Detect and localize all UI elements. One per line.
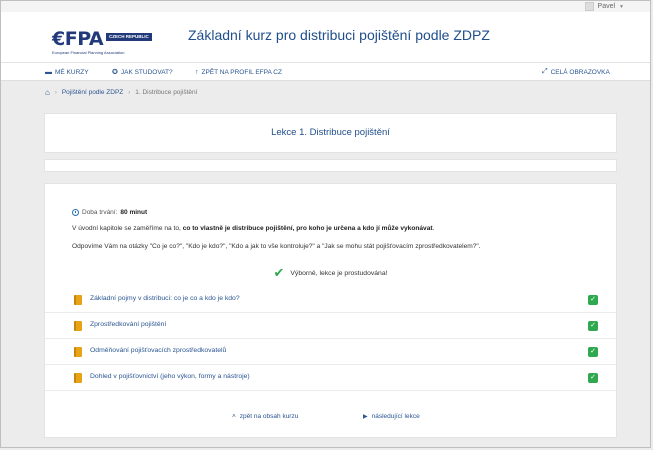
clock-icon [72, 209, 79, 216]
book-icon [74, 295, 82, 305]
topic-label: Základní pojmy v distribuci: co je co a … [90, 295, 240, 302]
topic-item[interactable]: Odměňování pojišťovacích zprostředkovate… [45, 339, 616, 365]
completed-check-icon: ✓ [588, 321, 598, 331]
topic-item[interactable]: Základní pojmy v distribuci: co je co a … [45, 287, 616, 313]
breadcrumb-course[interactable]: Pojištění podle ZDPZ [62, 89, 123, 96]
completion-status: ✔ Výborně, lekce je prostudována! [45, 265, 616, 280]
help-icon: ✪ [112, 69, 118, 76]
breadcrumb-separator: › [54, 89, 57, 96]
nav-my-courses-label: MÉ KURZY [55, 68, 89, 76]
nav-how-to-study[interactable]: ✪ JAK STUDOVAT? [112, 63, 173, 81]
intro1-a: V úvodní kapitole se zaměříme na to, [72, 225, 183, 232]
caret-up-icon: ˄ [232, 413, 236, 420]
intro-paragraph-2: Odpovíme Vám na otázky "Co je co?", "Kdo… [72, 243, 481, 250]
nav-how-to-study-label: JAK STUDOVAT? [120, 68, 173, 76]
completion-text: Výborně, lekce je prostudována! [290, 269, 388, 277]
arrow-up-icon: ↑ [195, 68, 199, 76]
topic-item[interactable]: Zprostředkování pojištění ✓ [45, 313, 616, 339]
app-window: Pavel ▼ €FPA CZECH REPUBLIC European Fin… [0, 0, 651, 448]
lesson-content-card: Doba trvání: 80 minut V úvodní kapitole … [44, 183, 617, 438]
lesson-title: Lekce 1. Distribuce pojištění [271, 127, 390, 138]
duration-label: Doba trvání: [82, 209, 118, 216]
nav-fullscreen[interactable]: ⤢ CELÁ OBRAZOVKA [542, 63, 610, 81]
intro-paragraph-1: V úvodní kapitole se zaměříme na to, co … [72, 225, 434, 232]
breadcrumb-separator: › [128, 89, 131, 96]
course-title: Základní kurz pro distribuci pojištění p… [188, 27, 490, 43]
logo-subtitle: European Financial Planning Association [52, 50, 125, 55]
completed-check-icon: ✓ [588, 295, 598, 305]
back-to-contents-link[interactable]: ˄ zpět na obsah kurzu [232, 413, 298, 420]
home-icon[interactable]: ⌂ [45, 88, 50, 97]
play-icon: ▶ [363, 414, 368, 420]
user-bar: Pavel ▼ [1, 1, 650, 12]
logo-badge: CZECH REPUBLIC [106, 33, 152, 41]
topic-label: Zprostředkování pojištění [90, 321, 167, 328]
spacer-card [44, 159, 617, 172]
user-menu[interactable]: Pavel ▼ [584, 1, 624, 12]
book-icon [74, 373, 82, 383]
completed-check-icon: ✓ [588, 373, 598, 383]
check-icon: ✔ [273, 265, 285, 280]
intro1-b: co to vlastně je distribuce pojištění, p… [182, 225, 433, 232]
next-lesson-link[interactable]: ▶ následující lekce [363, 413, 420, 420]
lesson-title-card: Lekce 1. Distribuce pojištění [44, 113, 617, 153]
back-to-contents-label: zpět na obsah kurzu [239, 413, 299, 420]
courses-icon: ▬ [45, 68, 52, 76]
book-icon [74, 347, 82, 357]
page-header: €FPA CZECH REPUBLIC European Financial P… [1, 12, 650, 63]
book-icon [74, 321, 82, 331]
duration-value: 80 minut [120, 209, 148, 216]
efpa-logo[interactable]: €FPA CZECH REPUBLIC European Financial P… [52, 28, 170, 56]
top-navbar: ▬ MÉ KURZY ✪ JAK STUDOVAT? ↑ ZPĚT NA PRO… [1, 63, 650, 81]
avatar [584, 2, 594, 11]
lesson-footer-nav: ˄ zpět na obsah kurzu ▶ následující lekc… [45, 413, 616, 433]
topic-label: Odměňování pojišťovacích zprostředkovate… [90, 347, 227, 354]
expand-icon: ⤢ [542, 68, 548, 75]
logo-word: €FPA [52, 28, 104, 50]
next-lesson-label: následující lekce [371, 413, 420, 420]
nav-back-to-profile[interactable]: ↑ ZPĚT NA PROFIL EFPA CZ [195, 63, 282, 81]
topic-item[interactable]: Dohled v pojišťovnictví (jeho výkon, for… [45, 365, 616, 391]
intro1-c: . [432, 225, 435, 232]
nav-fullscreen-label: CELÁ OBRAZOVKA [550, 68, 610, 76]
breadcrumb: ⌂ › Pojištění podle ZDPZ › 1. Distribuce… [45, 88, 197, 97]
nav-back-to-profile-label: ZPĚT NA PROFIL EFPA CZ [201, 68, 282, 76]
duration: Doba trvání: 80 minut [72, 209, 147, 216]
breadcrumb-lesson: 1. Distribuce pojištění [135, 89, 198, 96]
chevron-down-icon: ▼ [619, 3, 624, 10]
completed-check-icon: ✓ [588, 347, 598, 357]
user-name: Pavel [597, 3, 616, 10]
topic-label: Dohled v pojišťovnictví (jeho výkon, for… [90, 373, 250, 380]
nav-my-courses[interactable]: ▬ MÉ KURZY [45, 63, 89, 81]
